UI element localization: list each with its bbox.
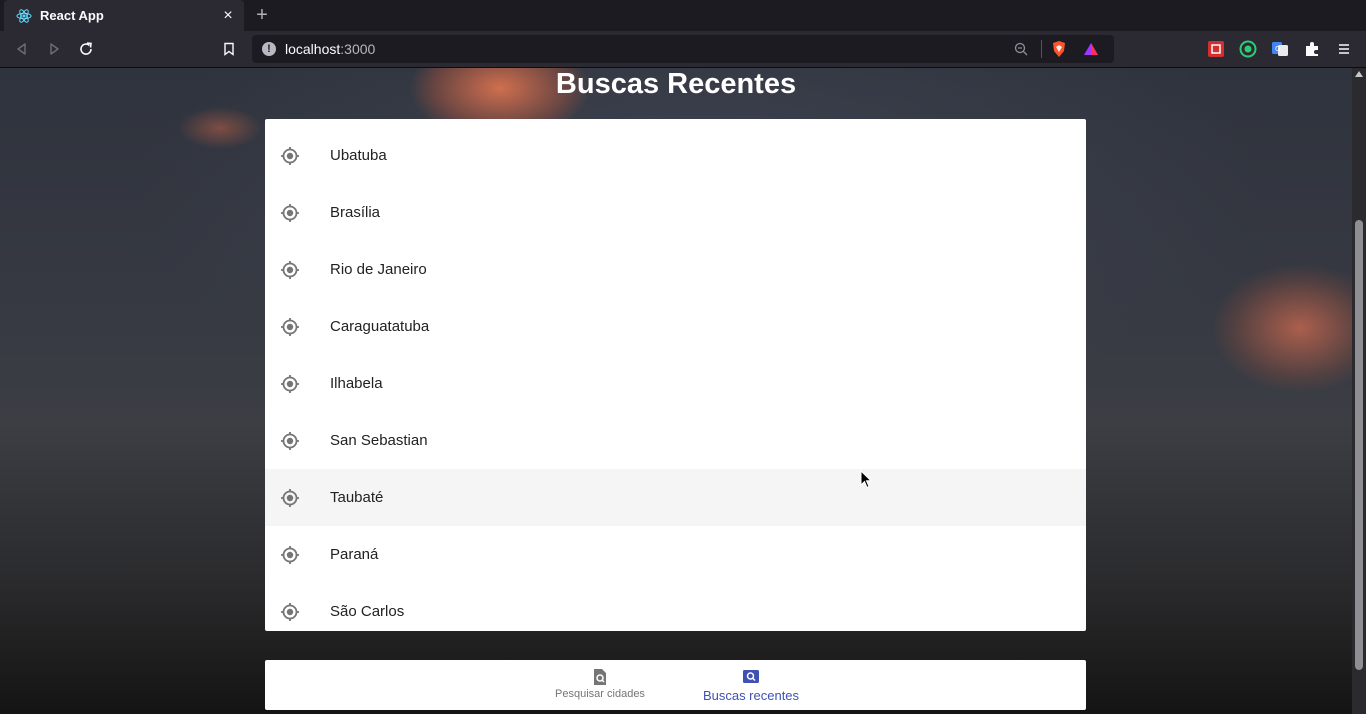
list-item[interactable]: Ubatuba	[265, 127, 1086, 184]
nav-search-cities-label: Pesquisar cidades	[555, 688, 645, 700]
find-in-page-icon	[591, 668, 609, 686]
list-item-label: Ilhabela	[330, 375, 383, 392]
gps-fixed-icon	[280, 602, 300, 622]
list-item[interactable]: Caraguatatuba	[265, 298, 1086, 355]
image-search-icon	[742, 668, 760, 686]
gps-fixed-icon	[280, 203, 300, 223]
list-item-label: Brasília	[330, 204, 381, 221]
extensions-puzzle-icon[interactable]	[1302, 39, 1322, 59]
svg-text:G: G	[1275, 45, 1280, 53]
list-item[interactable]: Rio de Janeiro	[265, 241, 1086, 298]
recent-searches-list: Ubatuba Brasília Rio de Janeiro Caraguatatu…	[265, 119, 1086, 631]
translate-icon[interactable]: G	[1270, 39, 1290, 59]
gps-fixed-icon	[280, 431, 300, 451]
zoom-icon[interactable]	[1013, 41, 1029, 57]
url-text[interactable]: localhost:3000	[285, 41, 1013, 57]
list-item[interactable]: Taubaté	[265, 469, 1086, 526]
forward-icon[interactable]	[44, 39, 64, 59]
gps-fixed-icon	[280, 260, 300, 280]
list-item-label: Caraguatatuba	[330, 318, 430, 335]
tab-title: React App	[40, 8, 104, 23]
page-viewport: Buscas Recentes Ubatuba Brasília Rio de Ja…	[0, 68, 1352, 714]
bookmark-icon[interactable]	[219, 39, 239, 59]
bottom-navigation: Pesquisar cidades Buscas recentes	[265, 660, 1086, 710]
list-item[interactable]: Brasília	[265, 184, 1086, 241]
list-item-label: Paraná	[330, 546, 379, 563]
nav-recent-searches[interactable]: Buscas recentes	[676, 668, 826, 703]
list-item-label: Rio de Janeiro	[330, 261, 427, 278]
nav-search-cities[interactable]: Pesquisar cidades	[525, 668, 675, 700]
scrollbar-thumb[interactable]	[1355, 220, 1363, 670]
scrollbar[interactable]	[1352, 68, 1366, 714]
brave-rewards-icon[interactable]	[1082, 40, 1100, 58]
nav-recent-searches-label: Buscas recentes	[702, 688, 800, 703]
list-item[interactable]: São Carlos	[265, 583, 1086, 640]
list-item[interactable]: Paraná	[265, 526, 1086, 583]
scroll-up-arrow-icon[interactable]	[1355, 71, 1363, 77]
gps-fixed-icon	[280, 317, 300, 337]
extension-green-circle-icon[interactable]	[1238, 39, 1258, 59]
url-port: :3000	[340, 41, 376, 57]
address-bar[interactable]: ! localhost:3000	[252, 35, 1114, 63]
tab-strip: React App × +	[0, 0, 1366, 31]
brave-shield-icon[interactable]	[1050, 40, 1068, 58]
new-tab-button[interactable]: +	[252, 5, 272, 25]
list-item-label: Taubaté	[330, 489, 384, 506]
list-item-label: Ubatuba	[330, 147, 387, 164]
react-logo-icon	[16, 8, 32, 24]
list-item-label: San Sebastian	[330, 432, 428, 449]
gps-fixed-icon	[280, 146, 300, 166]
list-item-label: São Carlos	[330, 603, 405, 620]
close-tab-icon[interactable]: ×	[220, 7, 236, 24]
url-host: localhost	[285, 41, 341, 57]
list-item[interactable]: San Sebastian	[265, 412, 1086, 469]
site-info-icon[interactable]: !	[262, 42, 276, 56]
browser-tab-active[interactable]: React App ×	[4, 0, 244, 31]
page-title: Buscas Recentes	[555, 68, 797, 100]
reload-icon[interactable]	[76, 39, 96, 59]
gps-fixed-icon	[280, 374, 300, 394]
mouse-cursor-icon	[860, 470, 872, 489]
list-item[interactable]: Ilhabela	[265, 355, 1086, 412]
divider	[1041, 40, 1042, 58]
gps-fixed-icon	[280, 488, 300, 508]
extension-red-icon[interactable]	[1206, 39, 1226, 59]
menu-icon[interactable]	[1334, 39, 1354, 59]
back-icon[interactable]	[12, 39, 32, 59]
gps-fixed-icon	[280, 545, 300, 565]
navigation-toolbar: ! localhost:3000 G	[0, 31, 1366, 68]
